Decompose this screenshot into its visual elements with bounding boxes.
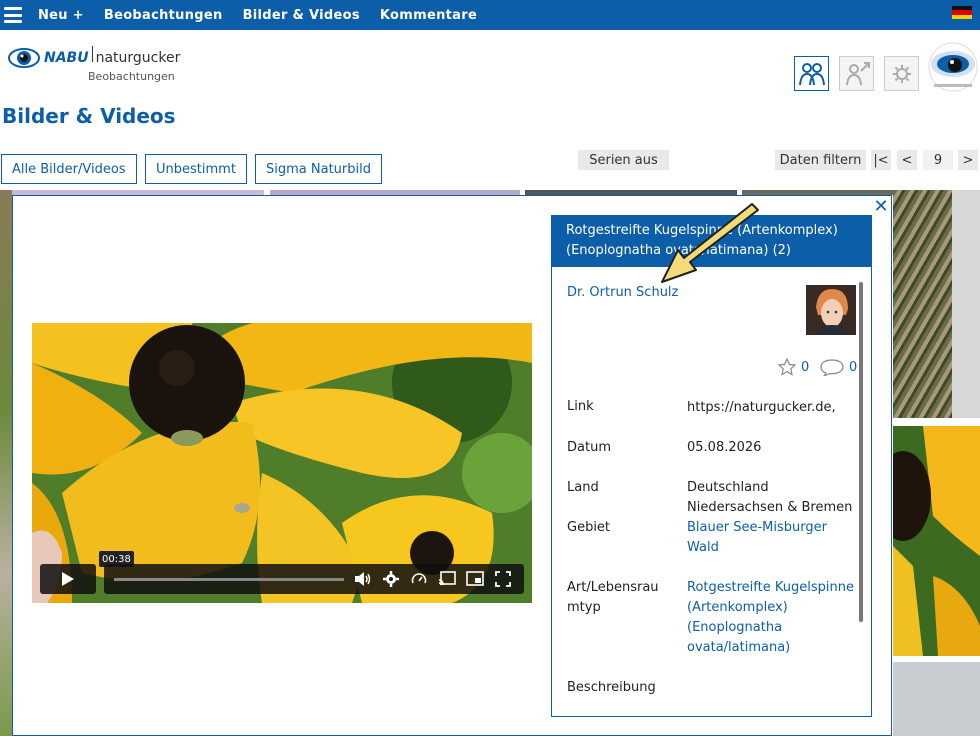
- close-icon[interactable]: ✕: [872, 196, 890, 217]
- sigma-naturbild-button[interactable]: Sigma Naturbild: [255, 154, 382, 184]
- country-value: Deutschland: [687, 480, 769, 495]
- series-toggle-button[interactable]: Serien aus: [578, 150, 669, 170]
- picture-in-picture-icon[interactable]: [466, 570, 484, 588]
- comment-icon: [820, 359, 844, 376]
- prev-page-button[interactable]: <: [897, 150, 917, 170]
- logo-nabu: NABU: [44, 50, 89, 66]
- nav-item-observations[interactable]: Beobachtungen: [104, 8, 223, 23]
- star-icon: [778, 358, 796, 376]
- fullscreen-icon[interactable]: [494, 570, 512, 588]
- video-control-bar: [104, 564, 524, 594]
- nav-item-new[interactable]: Neu +: [38, 8, 84, 23]
- details-panel: Rotgestreifte Kugelspinne (Artenkomplex)…: [551, 215, 872, 717]
- all-media-button[interactable]: Alle Bilder/Videos: [1, 154, 137, 184]
- comments[interactable]: 0: [820, 358, 857, 376]
- species-link[interactable]: Rotgestreifte Kugelspinne (Artenkomplex)…: [687, 578, 859, 658]
- likes-count: 0: [801, 359, 810, 375]
- undetermined-button[interactable]: Unbestimmt: [145, 154, 247, 184]
- person-arrow-icon: [845, 61, 870, 85]
- description-label: Beschreibung: [567, 680, 656, 695]
- speed-icon[interactable]: [410, 570, 428, 588]
- area-label: Gebiet: [567, 520, 611, 535]
- link-value[interactable]: https://naturgucker.de,: [687, 398, 862, 418]
- next-page-button[interactable]: >: [958, 150, 978, 170]
- play-button[interactable]: [40, 564, 96, 594]
- likes[interactable]: 0: [778, 358, 809, 376]
- first-page-button[interactable]: |<: [871, 150, 891, 170]
- profile-button[interactable]: [839, 56, 874, 91]
- filter-data-button[interactable]: Daten filtern: [775, 150, 866, 170]
- gallery-tile[interactable]: [952, 190, 980, 418]
- nav-item-comments[interactable]: Kommentare: [380, 8, 477, 23]
- play-icon: [62, 572, 74, 586]
- species-label: Art/Lebensraumtyp: [567, 580, 659, 615]
- logo-subtitle: Beobachtungen: [88, 70, 175, 83]
- page-number[interactable]: 9: [923, 150, 953, 170]
- german-flag-icon[interactable]: [952, 6, 972, 19]
- annotation-arrow-icon: [661, 203, 759, 283]
- hamburger-icon[interactable]: [4, 7, 22, 23]
- gallery-tile[interactable]: [893, 662, 980, 736]
- gear-icon: [892, 64, 911, 83]
- comments-count: 0: [849, 359, 858, 375]
- cast-icon[interactable]: [438, 570, 456, 588]
- logo-name: naturgucker: [95, 50, 181, 66]
- progress-bar[interactable]: [114, 578, 344, 581]
- country-label: Land: [567, 480, 599, 495]
- panel-scrollbar[interactable]: [859, 282, 863, 622]
- avatar[interactable]: [806, 285, 856, 335]
- nav-item-media[interactable]: Bilder & Videos: [243, 8, 360, 23]
- page-title: Bilder & Videos: [2, 104, 176, 128]
- date-label: Datum: [567, 440, 611, 455]
- naturgucker-badge-icon[interactable]: [928, 42, 978, 92]
- settings-button[interactable]: [884, 56, 919, 91]
- gallery-tile[interactable]: [893, 190, 952, 418]
- gallery-tile[interactable]: [893, 426, 980, 656]
- eye-logo-icon: [8, 42, 40, 74]
- gallery-tile[interactable]: [0, 190, 12, 736]
- settings-icon[interactable]: [382, 570, 400, 588]
- people-icon: [798, 62, 825, 85]
- top-nav: Neu + Beobachtungen Bilder & Videos Komm…: [0, 0, 980, 30]
- date-value: 05.08.2026: [687, 440, 762, 455]
- people-button[interactable]: [794, 56, 829, 91]
- volume-icon[interactable]: [354, 570, 372, 588]
- link-label: Link: [567, 399, 594, 414]
- area-link[interactable]: Blauer See-Misburger Wald: [687, 518, 847, 558]
- region-value: Niedersachsen & Bremen: [687, 500, 853, 515]
